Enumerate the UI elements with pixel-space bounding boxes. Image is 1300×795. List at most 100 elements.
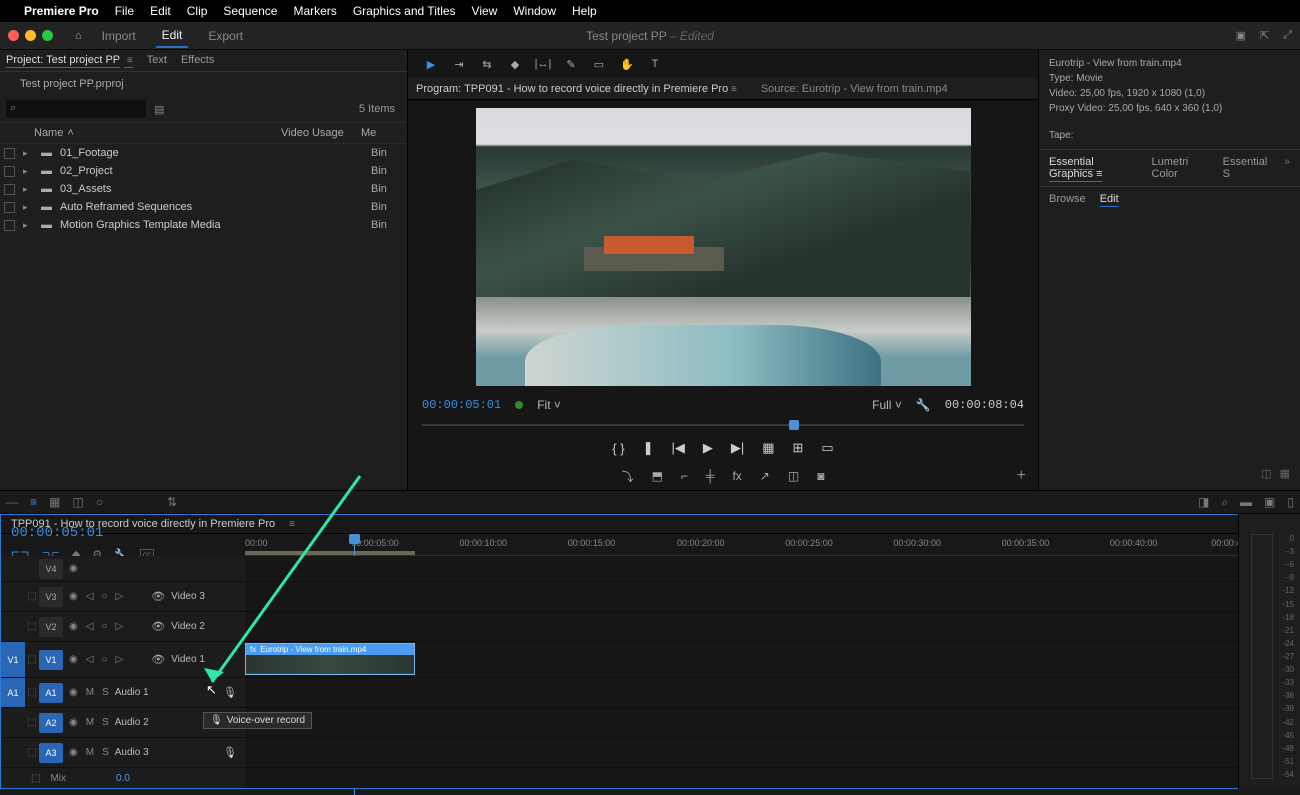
- clear-icon[interactable]: ▯: [1287, 495, 1294, 509]
- timeline-timecode[interactable]: 00:00:05:01: [11, 525, 103, 541]
- new-layer-icon[interactable]: ◫: [1261, 467, 1271, 480]
- eye-icon[interactable]: 👁: [151, 590, 165, 603]
- button-editor-icon[interactable]: +: [1017, 467, 1026, 485]
- app-name[interactable]: Premiere Pro: [24, 4, 99, 18]
- mark-in-icon[interactable]: {‎ }: [612, 441, 624, 456]
- track-target[interactable]: A3: [39, 743, 63, 763]
- track-target[interactable]: V2: [39, 617, 63, 637]
- razor-tool-icon[interactable]: ◆: [506, 55, 524, 73]
- minimize-window-icon[interactable]: [25, 30, 36, 41]
- icon-view-icon[interactable]: ▦: [49, 495, 60, 509]
- video-track-header[interactable]: V1⬚ V1 ◉◁○▷ 👁 Video 1: [1, 642, 245, 678]
- voice-over-record-icon[interactable]: 🎙: [223, 746, 237, 759]
- work-area-bar[interactable]: [245, 551, 415, 555]
- track-target[interactable]: V1: [39, 650, 63, 670]
- panel-menu-icon[interactable]: ≡: [289, 519, 295, 530]
- tab-text[interactable]: Text: [147, 54, 167, 71]
- program-monitor[interactable]: [476, 108, 971, 386]
- export-frame-icon[interactable]: ▭: [821, 440, 833, 456]
- resolution-select[interactable]: Full ˅: [872, 398, 902, 412]
- subtab-edit[interactable]: Edit: [1100, 193, 1119, 205]
- overflow-icon[interactable]: »: [1284, 156, 1290, 180]
- menu-file[interactable]: File: [115, 4, 134, 18]
- bin-icon[interactable]: ▤: [154, 103, 164, 116]
- rectangle-tool-icon[interactable]: ▭: [590, 55, 608, 73]
- freeform-view-icon[interactable]: ◫: [72, 495, 83, 509]
- video-track-header[interactable]: ⬚ V2 ◉◁○▷ 👁 Video 2: [1, 612, 245, 642]
- hand-tool-icon[interactable]: ✋: [618, 55, 636, 73]
- step-forward-icon[interactable]: ▶|: [731, 440, 744, 456]
- video-track-header[interactable]: ⬚ V3 ◉◁○▷ 👁 Video 3: [1, 582, 245, 612]
- menu-graphics[interactable]: Graphics and Titles: [353, 4, 456, 18]
- share-icon[interactable]: ⇱: [1260, 29, 1269, 42]
- audio-track-header[interactable]: ⬚ A3 ◉MS Audio 3 🎙: [1, 738, 245, 768]
- fullscreen-icon[interactable]: ⤢: [1283, 29, 1292, 42]
- assembly-icon[interactable]: —: [6, 495, 18, 509]
- menu-sequence[interactable]: Sequence: [223, 4, 277, 18]
- tab-essential-graphics[interactable]: Essential Graphics ≡: [1049, 156, 1140, 180]
- project-bin-item[interactable]: ▸▬Auto Reframed SequencesBin: [0, 198, 407, 216]
- ripple-edit-icon[interactable]: ⇆: [478, 55, 496, 73]
- insert-icon[interactable]: ⤵: [622, 468, 634, 485]
- extract-icon[interactable]: ⊞: [793, 440, 804, 456]
- overwrite-icon[interactable]: ⬒: [652, 469, 663, 483]
- voice-over-record-icon[interactable]: 🎙: [223, 686, 237, 699]
- proxy-icon[interactable]: ◫: [788, 469, 799, 483]
- track-target[interactable]: V3: [39, 587, 63, 607]
- col-usage[interactable]: Video Usage: [281, 127, 361, 139]
- menu-help[interactable]: Help: [572, 4, 597, 18]
- menu-markers[interactable]: Markers: [293, 4, 336, 18]
- new-item-icon[interactable]: ▣: [1264, 495, 1275, 509]
- tab-edit[interactable]: Edit: [156, 24, 189, 48]
- zoom-fit-select[interactable]: Fit ˅: [537, 398, 561, 412]
- menu-clip[interactable]: Clip: [187, 4, 208, 18]
- project-search-input[interactable]: [6, 100, 146, 118]
- new-bin-icon[interactable]: ▬: [1240, 495, 1252, 509]
- comparison-icon[interactable]: ↗: [760, 469, 770, 483]
- timeline-clips-area[interactable]: fxEurotrip - View from train.mp4 🎙 Voice…: [245, 556, 1238, 788]
- eye-icon[interactable]: 👁: [151, 653, 165, 666]
- playhead-handle[interactable]: [789, 420, 799, 430]
- auto-match-icon[interactable]: ◨: [1198, 495, 1209, 509]
- home-icon[interactable]: ⌂: [75, 30, 82, 42]
- sorticon[interactable]: ⇅: [167, 495, 177, 509]
- lift-icon[interactable]: ▦: [762, 440, 774, 456]
- selection-tool-icon[interactable]: ▶: [422, 55, 440, 73]
- find-icon[interactable]: ⌕: [1221, 495, 1228, 510]
- source-patch[interactable]: A1: [1, 678, 25, 707]
- project-bin-item[interactable]: ▸▬02_ProjectBin: [0, 162, 407, 180]
- video-track-header[interactable]: V4 ◉: [1, 556, 245, 582]
- source-label[interactable]: Source: Eurotrip - View from train.mp4: [761, 83, 948, 95]
- snapshot-icon[interactable]: ◙: [817, 469, 824, 483]
- video-clip[interactable]: fxEurotrip - View from train.mp4: [245, 643, 415, 675]
- project-bin-item[interactable]: ▸▬Motion Graphics Template MediaBin: [0, 216, 407, 234]
- step-back-icon[interactable]: |◀: [671, 440, 684, 456]
- project-bin-item[interactable]: ▸▬01_FootageBin: [0, 144, 407, 162]
- time-ruler[interactable]: 00:00 00:00:05:00 00:00:10:00 00:00:15:0…: [245, 534, 1238, 556]
- source-patch[interactable]: V1: [1, 642, 25, 677]
- eye-icon[interactable]: 👁: [151, 620, 165, 633]
- col-name[interactable]: Name ˄: [14, 127, 281, 139]
- tab-project[interactable]: Project: Test project PP ≡: [6, 54, 133, 71]
- pen-tool-icon[interactable]: ✎: [562, 55, 580, 73]
- tab-lumetri[interactable]: Lumetri Color: [1152, 156, 1211, 180]
- add-marker-icon[interactable]: ❚: [643, 440, 654, 456]
- slip-tool-icon[interactable]: |↔|: [534, 55, 552, 73]
- menu-view[interactable]: View: [472, 4, 498, 18]
- track-target[interactable]: A1: [39, 683, 63, 703]
- timecode-in[interactable]: 00:00:05:01: [422, 398, 501, 412]
- scrub-bar[interactable]: [422, 416, 1024, 434]
- type-tool-icon[interactable]: T: [646, 55, 664, 73]
- zoom-slider-icon[interactable]: ○: [96, 495, 103, 509]
- project-bin-item[interactable]: ▸▬03_AssetsBin: [0, 180, 407, 198]
- quick-export-icon[interactable]: ▣: [1236, 29, 1246, 42]
- maximize-window-icon[interactable]: [42, 30, 53, 41]
- play-icon[interactable]: ▶: [703, 440, 713, 456]
- tab-essential-sound[interactable]: Essential S: [1223, 156, 1272, 180]
- track-target[interactable]: V4: [39, 559, 63, 579]
- close-window-icon[interactable]: [8, 30, 19, 41]
- group-icon[interactable]: ▦: [1280, 467, 1290, 480]
- mark-clip-icon[interactable]: ⌐: [681, 469, 688, 483]
- settings-icon[interactable]: 🔧: [916, 398, 931, 412]
- tab-effects[interactable]: Effects: [181, 54, 214, 71]
